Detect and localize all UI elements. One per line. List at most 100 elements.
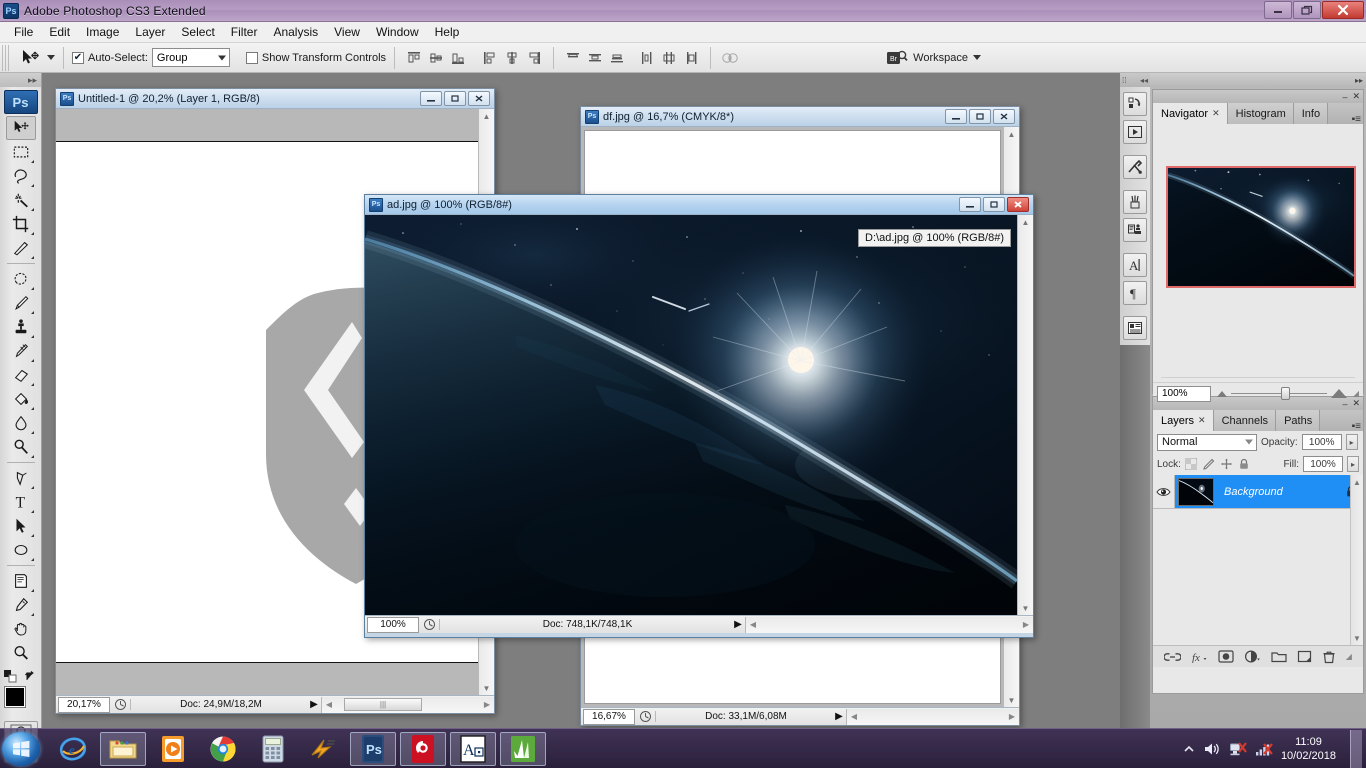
tab-histogram[interactable]: Histogram (1227, 103, 1294, 124)
healing-brush-tool[interactable] (6, 267, 36, 291)
taskbar-red-app-icon[interactable] (400, 731, 446, 766)
align-horizontal-centers-icon[interactable] (501, 47, 523, 69)
align-top-edges-icon[interactable] (403, 47, 425, 69)
taskbar-google-chrome-icon[interactable] (200, 732, 246, 766)
layer-row-background[interactable]: Background (1153, 475, 1363, 509)
distribute-top-edges-icon[interactable] (562, 47, 584, 69)
menu-view[interactable]: View (326, 23, 368, 41)
tab-close-icon[interactable]: ✕ (1212, 108, 1220, 119)
brushes-icon[interactable] (1123, 190, 1147, 214)
layer-visibility-toggle[interactable] (1153, 475, 1175, 508)
dodge-tool[interactable] (6, 435, 36, 459)
slice-tool[interactable] (6, 236, 36, 260)
menu-analysis[interactable]: Analysis (265, 23, 326, 41)
navigator-thumbnail[interactable] (1166, 166, 1356, 288)
fill-field[interactable]: 100% (1303, 456, 1343, 472)
notes-tool[interactable] (6, 569, 36, 593)
paint-bucket-tool[interactable] (6, 387, 36, 411)
scroll-down-button[interactable]: ▼ (1005, 693, 1019, 707)
auto-align-layers-icon[interactable] (719, 47, 741, 69)
scroll-up-button[interactable]: ▲ (480, 109, 494, 123)
new-layer-icon[interactable] (1297, 650, 1312, 663)
document-title-bar-df[interactable]: Ps df.jpg @ 16,7% (CMYK/8*) (581, 107, 1019, 127)
opacity-field[interactable]: 100% (1301, 434, 1342, 450)
bridge-icon[interactable]: Br (886, 49, 908, 67)
workspace-button[interactable]: Br Workspace (886, 49, 981, 67)
chevron-up-icon[interactable] (1183, 744, 1195, 754)
auto-select-checkbox[interactable]: ✔ (72, 51, 84, 64)
align-left-edges-icon[interactable] (479, 47, 501, 69)
show-desktop-button[interactable] (1350, 729, 1362, 768)
align-right-edges-icon[interactable] (523, 47, 545, 69)
distribute-right-edges-icon[interactable] (680, 47, 702, 69)
pen-tool[interactable] (6, 466, 36, 490)
panel-close-button[interactable]: ✕ (1352, 398, 1360, 409)
menu-filter[interactable]: Filter (223, 23, 266, 41)
taskbar-windows-explorer-icon[interactable] (100, 731, 146, 766)
taskbar-photoshop-icon[interactable]: Ps (350, 731, 396, 766)
scroll-right-button[interactable]: ▶ (1019, 618, 1033, 632)
menu-edit[interactable]: Edit (41, 23, 78, 41)
signal-no-connection-icon[interactable] (1255, 741, 1273, 757)
eyedropper-tool[interactable] (6, 593, 36, 617)
menu-window[interactable]: Window (368, 23, 427, 41)
color-swatches[interactable] (3, 685, 39, 719)
taskbar-internet-explorer-icon[interactable]: e (50, 732, 96, 766)
zoom-tool[interactable] (6, 641, 36, 665)
navigator-zoom-field[interactable]: 100% (1157, 385, 1211, 402)
scroll-right-button[interactable]: ▶ (480, 698, 494, 712)
collapse-panels-icon[interactable]: ◂◂ (1140, 76, 1148, 85)
rectangular-marquee-tool[interactable] (6, 140, 36, 164)
eraser-tool[interactable] (6, 363, 36, 387)
tab-layers[interactable]: Layers ✕ (1153, 410, 1214, 431)
distribute-left-edges-icon[interactable] (636, 47, 658, 69)
swap-colors-icon[interactable] (24, 669, 39, 683)
slider-thumb[interactable] (1280, 387, 1290, 400)
layer-comps-icon[interactable] (1123, 316, 1147, 340)
vertical-scrollbar-ad[interactable]: ▲ ▼ (1017, 215, 1033, 615)
taskbar-green-leaf-app-icon[interactable] (500, 731, 546, 766)
scroll-down-button[interactable]: ▼ (1350, 631, 1364, 645)
layer-name-background[interactable]: Background (1224, 486, 1283, 498)
distribute-bottom-edges-icon[interactable] (606, 47, 628, 69)
network-disconnected-icon[interactable] (1229, 741, 1247, 757)
rail-drag-handle-icon[interactable]: ⁞⁞ (1122, 76, 1126, 85)
speaker-icon[interactable] (1203, 741, 1221, 757)
taskbar-autocad-icon[interactable]: A (450, 731, 496, 766)
close-button[interactable] (1322, 1, 1364, 19)
layer-style-icon[interactable]: fx (1191, 650, 1208, 663)
blend-mode-dropdown[interactable]: Normal (1157, 433, 1257, 451)
scroll-left-button[interactable]: ◀ (746, 618, 760, 632)
move-tool[interactable] (5, 116, 36, 140)
paragraph-icon[interactable]: ¶ (1123, 281, 1147, 305)
scroll-left-button[interactable]: ◀ (847, 710, 861, 724)
tab-close-icon[interactable]: ✕ (1198, 415, 1206, 426)
document-title-bar-untitled[interactable]: Ps Untitled-1 @ 20,2% (Layer 1, RGB/8) (56, 89, 494, 109)
delete-layer-icon[interactable] (1322, 650, 1336, 664)
adjustment-layer-icon[interactable] (1244, 650, 1261, 663)
tab-paths[interactable]: Paths (1276, 410, 1321, 431)
tab-channels[interactable]: Channels (1213, 410, 1277, 431)
move-tool-icon[interactable] (15, 46, 45, 70)
document-window-ad[interactable]: Ps ad.jpg @ 100% (RGB/8#) D:\ad.jpg @ 10… (364, 194, 1034, 638)
link-layers-icon[interactable] (1163, 651, 1181, 663)
show-transform-controls-group[interactable]: Show Transform Controls (245, 51, 386, 64)
align-bottom-edges-icon[interactable] (447, 47, 469, 69)
menu-layer[interactable]: Layer (127, 23, 173, 41)
doc-close-button-ad[interactable] (1007, 197, 1029, 212)
lock-image-icon[interactable] (1202, 458, 1215, 470)
actions-play-icon[interactable] (1123, 120, 1147, 144)
taskbar-winamp-icon[interactable] (300, 732, 346, 766)
zoom-in-icon[interactable] (1330, 389, 1347, 398)
doc-minimize-button-df[interactable] (945, 109, 967, 124)
zoom-level-untitled[interactable]: 20,17% (58, 696, 110, 713)
panel-menu-icon[interactable]: ▪≡ (1352, 115, 1361, 125)
magic-wand-tool[interactable] (6, 188, 36, 212)
lock-all-icon[interactable] (1238, 458, 1250, 470)
doc-restore-button-df[interactable] (969, 109, 991, 124)
resize-grip-icon[interactable]: ◢ (1346, 652, 1352, 661)
auto-select-checkbox-group[interactable]: ✔ Auto-Select: (72, 51, 148, 64)
crop-tool[interactable] (6, 212, 36, 236)
zoom-level-df[interactable]: 16,67% (583, 708, 635, 725)
scroll-up-button[interactable]: ▲ (1019, 215, 1033, 229)
